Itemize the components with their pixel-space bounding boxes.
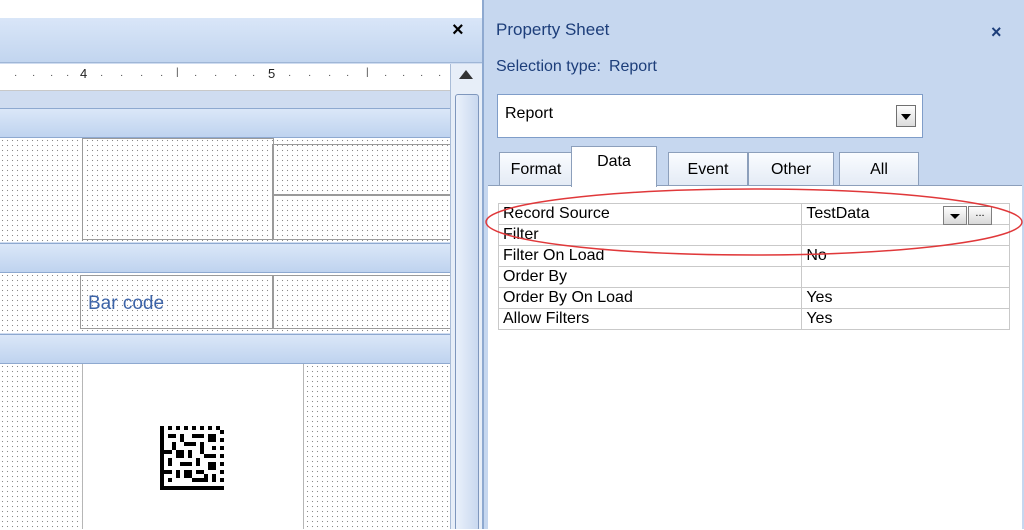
object-selector-value: Report <box>505 105 554 122</box>
ruler-tick: · <box>140 70 144 81</box>
tab-event[interactable]: Event <box>668 152 748 185</box>
property-name[interactable]: Filter <box>497 224 803 246</box>
property-row-filter-on-load[interactable]: Filter On Load No <box>497 245 1010 267</box>
property-name[interactable]: Filter On Load <box>497 245 803 267</box>
ruler-tick: · <box>328 70 332 81</box>
report-header-grid <box>0 138 452 242</box>
builder-button[interactable]: ... <box>968 206 992 225</box>
property-row-record-source[interactable]: Record Source TestData <box>497 203 1010 225</box>
selection-type-value: Report <box>608 58 657 75</box>
ruler-tick: · <box>160 70 164 81</box>
property-name[interactable]: Allow Filters <box>497 308 803 330</box>
scrollbar-thumb[interactable] <box>455 94 479 529</box>
ruler-number-4: 4 <box>80 66 88 81</box>
object-selector-dropdown[interactable]: Report <box>497 94 923 138</box>
ruler-tick-major: | <box>366 67 369 78</box>
report-design-surface: × · · · · 4 · · · · | · · · · 5 · · · · … <box>0 0 482 529</box>
horizontal-ruler: · · · · 4 · · · · | · · · · 5 · · · · | … <box>0 64 450 91</box>
dropdown-arrow-icon[interactable] <box>896 105 916 127</box>
design-close-button[interactable]: × <box>452 20 464 40</box>
tab-other[interactable]: Other <box>748 152 834 185</box>
scroll-up-arrow-icon[interactable] <box>459 70 473 79</box>
property-name[interactable]: Order By On Load <box>497 287 803 309</box>
ruler-tick: · <box>252 70 256 81</box>
property-sheet-close-button[interactable]: × <box>991 22 1002 43</box>
tab-data[interactable]: Data <box>571 146 657 187</box>
property-row-order-by-on-load[interactable]: Order By On Load Yes <box>497 287 1010 309</box>
section-header-bar[interactable] <box>0 108 450 138</box>
property-value[interactable]: Yes <box>801 287 1010 309</box>
detail-section-grid <box>0 364 450 529</box>
control-placeholder[interactable] <box>82 138 274 240</box>
control-placeholder[interactable] <box>272 275 452 329</box>
property-value[interactable] <box>801 266 1010 288</box>
ruler-tick: · <box>438 70 442 81</box>
bar-code-label[interactable]: Bar code <box>88 293 164 315</box>
property-value[interactable] <box>801 224 1010 246</box>
ruler-tick: · <box>288 70 292 81</box>
tab-all[interactable]: All <box>839 152 919 185</box>
control-placeholder[interactable] <box>272 144 452 196</box>
record-source-buttons: ... <box>943 206 993 225</box>
ruler-tick: · <box>194 70 198 81</box>
datamatrix-barcode-icon <box>160 426 224 490</box>
property-name[interactable]: Record Source <box>497 203 803 225</box>
ruler-tick: · <box>420 70 424 81</box>
ruler-tick: · <box>32 70 36 81</box>
ruler-tick-major: | <box>176 67 179 78</box>
design-title-bar <box>0 0 482 63</box>
property-name[interactable]: Order By <box>497 266 803 288</box>
property-table: Record Source TestData Filter Filter On … <box>497 203 1010 330</box>
property-value[interactable]: Yes <box>801 308 1010 330</box>
property-row-order-by[interactable]: Order By <box>497 266 1010 288</box>
property-sheet-title: Property Sheet <box>496 20 610 39</box>
property-value[interactable]: No <box>801 245 1010 267</box>
ruler-tick: · <box>120 70 124 81</box>
ruler-number-5: 5 <box>268 66 276 81</box>
control-placeholder[interactable] <box>272 194 452 240</box>
selection-type-label: Selection type: <box>496 58 601 75</box>
ruler-tick: · <box>100 70 104 81</box>
ruler-tick: · <box>346 70 350 81</box>
ruler-tick: · <box>50 70 54 81</box>
ruler-tick: · <box>214 70 218 81</box>
ruler-tick: · <box>66 70 70 81</box>
ruler-tick: · <box>234 70 238 81</box>
ruler-tick: · <box>308 70 312 81</box>
property-sheet-pane: Property Sheet × Selection type: Report R… <box>482 0 1024 530</box>
record-source-dropdown-button[interactable] <box>943 206 967 225</box>
ruler-tick: · <box>402 70 406 81</box>
section-header-bar[interactable] <box>0 334 450 364</box>
property-row-filter[interactable]: Filter <box>497 224 1010 246</box>
selection-type: Selection type: Report <box>496 58 657 76</box>
page-header-grid <box>0 273 452 333</box>
ruler-tick: · <box>384 70 388 81</box>
property-grid-panel: Record Source TestData Filter Filter On … <box>488 185 1022 530</box>
property-row-allow-filters[interactable]: Allow Filters Yes <box>497 308 1010 330</box>
section-header-bar[interactable] <box>0 243 450 273</box>
tab-format[interactable]: Format <box>499 152 573 185</box>
ruler-tick: · <box>14 70 18 81</box>
vertical-scrollbar[interactable] <box>450 64 482 529</box>
